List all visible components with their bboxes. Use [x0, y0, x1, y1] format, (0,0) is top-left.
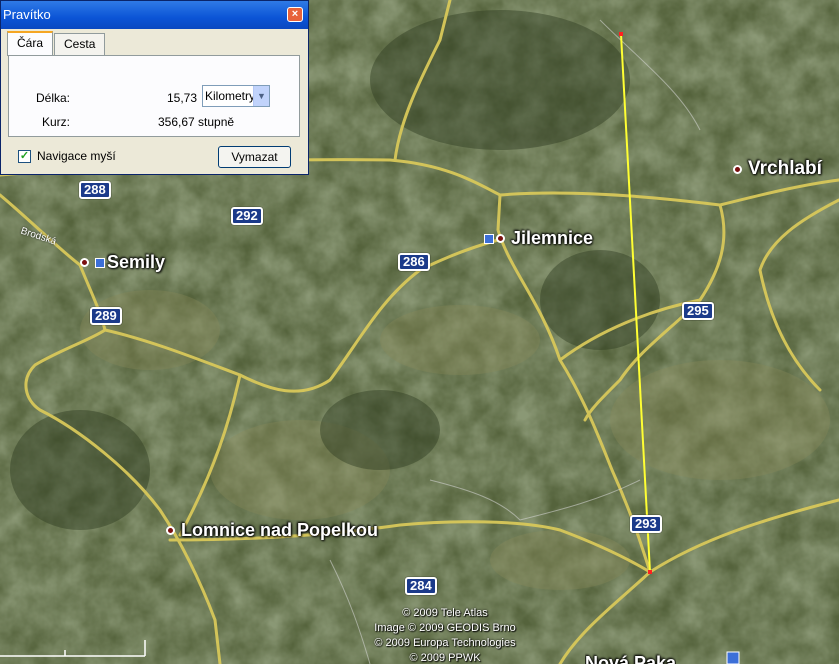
road-shield-293: 293 — [630, 515, 662, 533]
road-shield-295: 295 — [682, 302, 714, 320]
imagery-credits: © 2009 Tele Atlas Image © 2009 GEODIS Br… — [374, 607, 516, 664]
town-marker-icon — [166, 526, 175, 535]
close-icon[interactable]: × — [287, 7, 303, 22]
town-vrchlabi[interactable]: Vrchlabí — [733, 158, 822, 180]
town-nova-paka[interactable]: Nová Paka — [585, 653, 676, 664]
heading-label: Kurz: — [42, 115, 71, 129]
mouse-navigation-option[interactable]: ✓ Navigace myší — [18, 149, 116, 163]
tab-line[interactable]: Čára — [7, 31, 54, 56]
mouse-navigation-label: Navigace myší — [37, 149, 116, 163]
poi-icon — [95, 257, 105, 268]
mouse-navigation-checkbox[interactable]: ✓ — [18, 149, 31, 163]
road-shield-288: 288 — [79, 181, 111, 199]
road-shield-284: 284 — [405, 577, 437, 595]
town-marker-icon — [80, 258, 89, 267]
ruler-start-marker — [619, 32, 623, 36]
road-shield-286: 286 — [398, 253, 430, 271]
dialog-tabs: Čára Cesta — [7, 31, 106, 56]
dialog-titlebar[interactable]: Pravítko × — [1, 1, 308, 29]
length-label: Délka: — [36, 91, 71, 105]
clear-button[interactable]: Vymazat — [218, 146, 291, 168]
tab-path[interactable]: Cesta — [54, 33, 106, 56]
town-lomnice-nad-popelkou[interactable]: Lomnice nad Popelkou — [166, 520, 378, 541]
length-value: 15,73 — [166, 91, 197, 105]
ruler-dialog: Pravítko × Čára Cesta Délka: 15,73 Kilom… — [0, 0, 309, 175]
chevron-down-icon[interactable]: ▼ — [253, 86, 269, 106]
ruler-end-marker — [648, 570, 652, 574]
town-marker-icon — [496, 234, 505, 243]
road-shield-292: 292 — [231, 207, 263, 225]
town-marker-icon — [733, 164, 742, 174]
dialog-title: Pravítko — [3, 7, 51, 22]
tab-panel: Délka: 15,73 Kilometry ▼ Kurz: 356,67 st… — [8, 55, 300, 137]
unit-select[interactable]: Kilometry ▼ — [202, 85, 270, 107]
town-semily[interactable]: Semily — [80, 252, 165, 273]
road-shield-289: 289 — [90, 307, 122, 325]
unit-selected-value: Kilometry — [205, 89, 256, 103]
heading-value: 356,67 stupně — [158, 115, 235, 129]
poi-icon — [484, 233, 494, 244]
town-jilemnice[interactable]: Jilemnice — [484, 228, 593, 249]
